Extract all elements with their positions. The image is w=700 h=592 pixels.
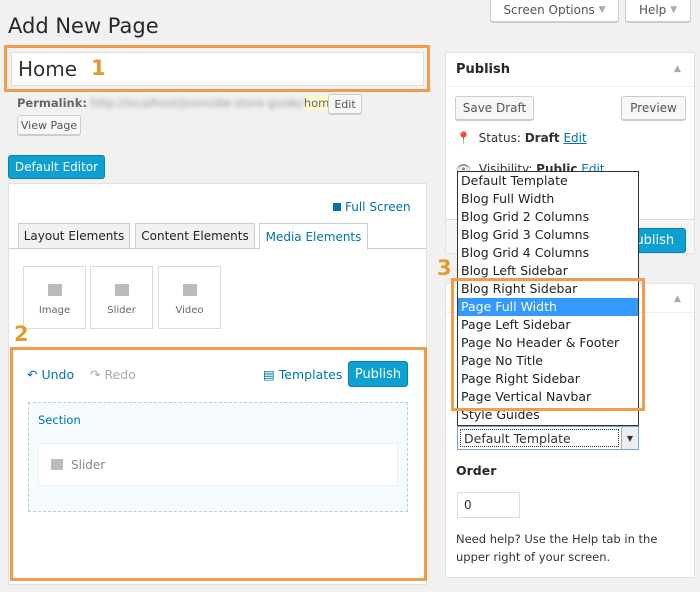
element-slider[interactable]: Slider <box>90 266 153 329</box>
dropdown-option[interactable]: Default Template <box>458 172 638 190</box>
expand-icon <box>333 203 341 211</box>
status-value: Draft <box>524 131 560 145</box>
chevron-down-icon[interactable]: ▼ <box>621 427 638 449</box>
help-text: Need help? Use the Help tab in the upper… <box>456 532 658 564</box>
templates-button[interactable]: ▤ Templates <box>263 367 342 382</box>
element-label: Image <box>38 305 71 316</box>
builder-publish-button[interactable]: Publish <box>348 361 408 387</box>
permalink-edit-button[interactable]: Edit <box>328 94 362 114</box>
element-label: Slider <box>107 305 136 316</box>
collapse-icon[interactable]: ▲ <box>674 64 681 74</box>
redo-button[interactable]: ↷ Redo <box>90 367 136 382</box>
dropdown-option[interactable]: Blog Grid 4 Columns <box>458 244 638 262</box>
element-image[interactable]: Image <box>23 266 86 329</box>
page-title: Add New Page <box>8 14 159 38</box>
slider-icon <box>51 459 63 470</box>
slider-label: Slider <box>71 457 106 472</box>
callout-box-3 <box>451 278 645 411</box>
dropdown-option[interactable]: Blog Full Width <box>458 190 638 208</box>
save-draft-button[interactable]: Save Draft <box>455 96 534 120</box>
template-select[interactable]: Default Template ▼ <box>457 426 639 450</box>
undo-button[interactable]: ↶ Undo <box>27 367 74 382</box>
screen-options-label: Screen Options <box>503 2 595 17</box>
undo-icon: ↶ <box>27 367 38 382</box>
redo-icon: ↷ <box>90 367 101 382</box>
dropdown-option[interactable]: Blog Grid 2 Columns <box>458 208 638 226</box>
full-screen-link[interactable]: Full Screen <box>333 200 411 214</box>
caret-down-icon: ▼ <box>670 4 678 15</box>
element-label: Video <box>175 305 204 316</box>
full-screen-label: Full Screen <box>345 200 411 214</box>
default-editor-button[interactable]: Default Editor <box>8 155 105 179</box>
order-input[interactable]: 0 <box>457 492 520 518</box>
video-icon <box>182 284 197 296</box>
permalink-label: Permalink: <box>17 96 87 110</box>
tab-content-elements[interactable]: Content Elements <box>135 223 255 249</box>
dropdown-option[interactable]: Blog Grid 3 Columns <box>458 226 638 244</box>
status-row: 📍 Status: Draft Edit <box>456 131 587 145</box>
preview-button[interactable]: Preview <box>621 96 686 120</box>
pin-icon: 📍 <box>456 131 471 145</box>
section-label: Section <box>38 413 81 427</box>
slider-icon <box>114 284 129 296</box>
templates-icon: ▤ <box>263 367 275 382</box>
permalink: Permalink: http://localhost/joom/dw-stor… <box>17 96 340 110</box>
title-input[interactable]: Home <box>11 52 424 86</box>
callout-1: 1 <box>91 56 106 80</box>
element-video[interactable]: Video <box>158 266 221 329</box>
caret-down-icon: ▼ <box>598 4 606 15</box>
slider-block[interactable]: Slider <box>38 443 398 486</box>
redo-label: Redo <box>104 367 136 382</box>
callout-3: 3 <box>437 256 452 280</box>
help-button[interactable]: Help ▼ <box>625 0 691 22</box>
image-icon <box>47 284 62 296</box>
publish-box-title: Publish <box>456 62 510 77</box>
undo-label: Undo <box>41 367 75 382</box>
screen-options-button[interactable]: Screen Options ▼ <box>490 0 619 22</box>
view-page-button[interactable]: View Page <box>17 115 81 135</box>
permalink-url: http://localhost/joom/dw-store-guide/ <box>90 96 304 110</box>
tab-media-elements[interactable]: Media Elements <box>259 223 368 250</box>
template-select-value: Default Template <box>460 429 619 447</box>
divider <box>446 86 694 87</box>
templates-label: Templates <box>278 367 343 382</box>
collapse-icon[interactable]: ▲ <box>674 294 681 304</box>
tab-layout-elements[interactable]: Layout Elements <box>18 223 130 249</box>
help-label: Help <box>638 2 667 17</box>
status-edit-link[interactable]: Edit <box>563 131 586 145</box>
status-label: Status: <box>478 131 521 145</box>
callout-2: 2 <box>14 322 29 346</box>
order-label: Order <box>456 463 497 478</box>
